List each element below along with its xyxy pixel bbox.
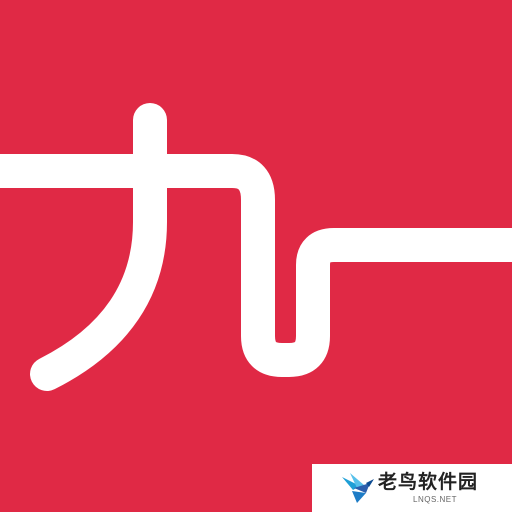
- jiu-character-logo: [0, 103, 512, 391]
- bird-logo-icon: [342, 473, 374, 503]
- logo-stroke-line: [0, 154, 512, 377]
- watermark-title: 老鸟软件园: [378, 471, 479, 493]
- watermark-subtitle: LNQS.NET: [413, 495, 458, 504]
- watermark-badge: 老鸟软件园 LNQS.NET: [312, 464, 512, 512]
- app-icon: 老鸟软件园 LNQS.NET: [0, 0, 512, 512]
